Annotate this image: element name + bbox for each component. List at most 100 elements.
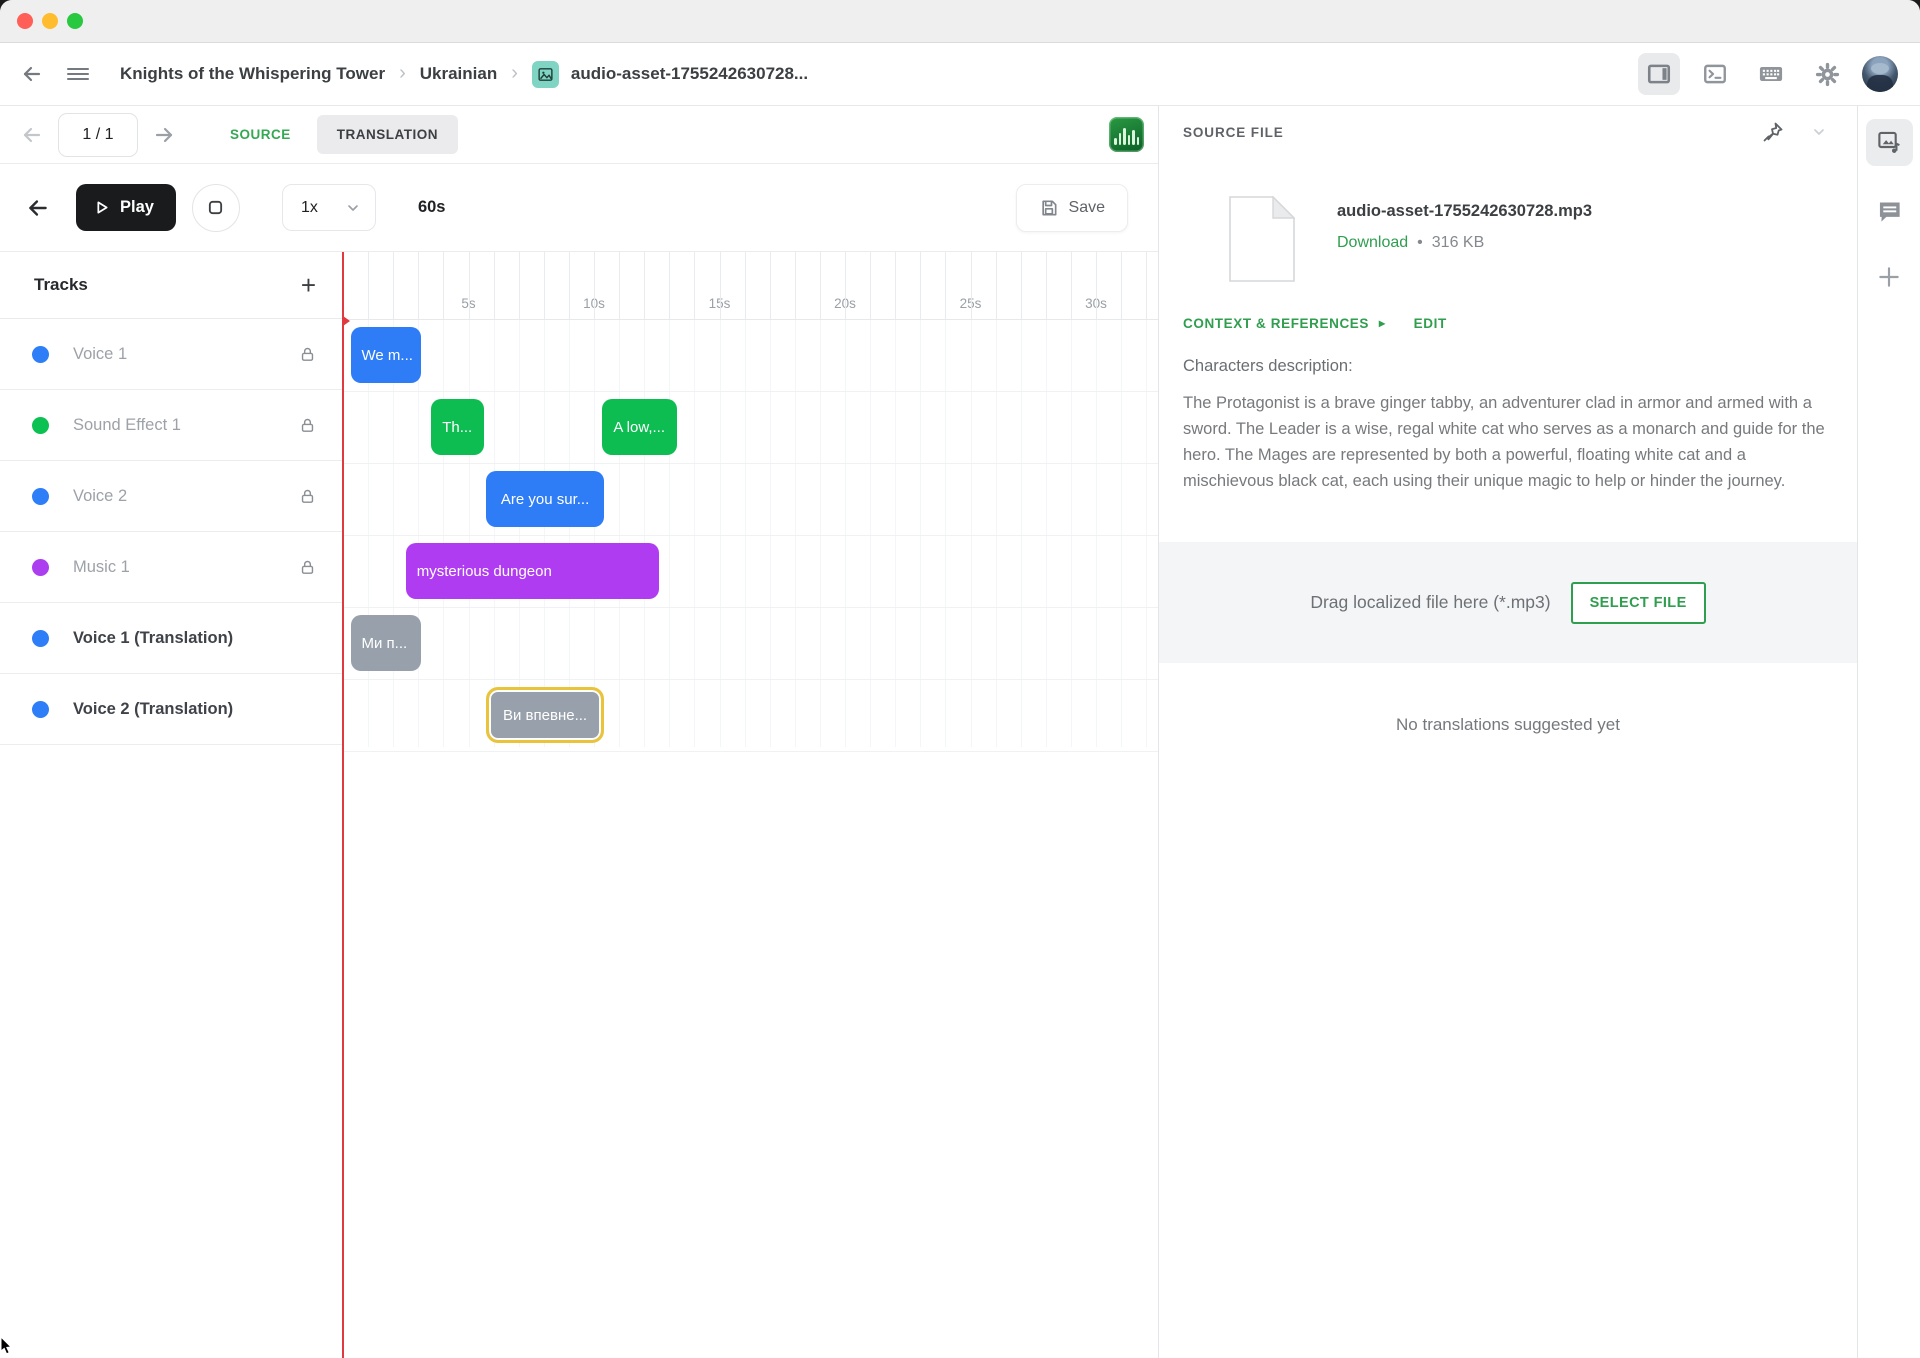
track-row[interactable]: Voice 2 (Translation) bbox=[0, 674, 342, 745]
track-lock-button[interactable] bbox=[299, 559, 316, 576]
audio-clip[interactable]: A low,... bbox=[602, 399, 677, 455]
edit-context-button[interactable]: EDIT bbox=[1414, 316, 1447, 331]
timeline-track-lane[interactable]: Th... A low,... bbox=[343, 392, 1159, 464]
playback-speed-value: 1x bbox=[301, 199, 318, 217]
audio-clip[interactable]: Ми п... bbox=[351, 615, 421, 671]
ruler-gridline bbox=[519, 252, 520, 319]
track-name: Voice 1 bbox=[73, 345, 127, 364]
ruler-gridline bbox=[845, 252, 846, 319]
context-references-link[interactable]: CONTEXT & REFERENCES bbox=[1183, 316, 1369, 331]
track-lock-button[interactable] bbox=[299, 346, 316, 363]
track-row[interactable]: Voice 1 (Translation) bbox=[0, 603, 342, 674]
tab-source[interactable]: SOURCE bbox=[210, 115, 311, 154]
tracks-panel: Tracks + Voice 1 Sound Effect 1 Voice 2 Mus… bbox=[0, 252, 342, 1358]
timeline-track-lane[interactable]: Are you sur... bbox=[343, 464, 1159, 536]
user-avatar[interactable] bbox=[1862, 56, 1898, 92]
comments-panel-button[interactable] bbox=[1866, 188, 1913, 235]
ruler-gridline bbox=[870, 252, 871, 319]
track-name: Voice 2 bbox=[73, 487, 127, 506]
back-button[interactable] bbox=[12, 54, 52, 94]
menu-button[interactable] bbox=[58, 54, 98, 94]
ruler-gridline bbox=[996, 252, 997, 319]
breadcrumb: Knights of the Whispering Tower › Ukrain… bbox=[120, 61, 808, 88]
track-lock-button[interactable] bbox=[299, 488, 316, 505]
track-color-dot bbox=[32, 488, 49, 505]
breadcrumb-asset[interactable]: audio-asset-1755242630728... bbox=[571, 64, 808, 84]
terminal-icon bbox=[1702, 61, 1728, 87]
terminal-button[interactable] bbox=[1694, 53, 1736, 95]
next-page-button[interactable] bbox=[146, 117, 182, 153]
localized-file-dropzone[interactable]: Drag localized file here (*.mp3) SELECT … bbox=[1159, 542, 1857, 663]
chevron-down-icon[interactable] bbox=[1811, 124, 1827, 140]
ruler-gridline bbox=[469, 252, 470, 319]
track-row[interactable]: Sound Effect 1 bbox=[0, 390, 342, 461]
track-color-dot bbox=[32, 701, 49, 718]
media-audio-icon bbox=[1876, 129, 1903, 156]
timeline-track-lane[interactable]: Ми п... bbox=[343, 608, 1159, 680]
playhead[interactable] bbox=[342, 252, 344, 1358]
breadcrumb-chevron-icon: › bbox=[399, 62, 406, 85]
settings-button[interactable] bbox=[1806, 53, 1848, 95]
select-file-button[interactable]: SELECT FILE bbox=[1571, 582, 1706, 624]
audio-clip[interactable]: mysterious dungeon bbox=[406, 543, 660, 599]
play-button[interactable]: Play bbox=[76, 184, 176, 231]
ruler-gridline bbox=[619, 252, 620, 319]
track-row[interactable]: Music 1 bbox=[0, 532, 342, 603]
keyboard-shortcuts-button[interactable] bbox=[1750, 53, 1792, 95]
save-button[interactable]: Save bbox=[1016, 184, 1128, 232]
panel-toggle-button[interactable] bbox=[1638, 53, 1680, 95]
pin-icon[interactable] bbox=[1761, 120, 1785, 144]
ruler-gridline bbox=[569, 252, 570, 319]
audio-clip[interactable]: Are you sur... bbox=[486, 471, 604, 527]
media-panel-button[interactable] bbox=[1866, 119, 1913, 166]
hamburger-icon bbox=[67, 66, 89, 83]
minimize-window-button[interactable] bbox=[42, 13, 58, 29]
timeline-track-lane[interactable]: Ви впевне... bbox=[343, 680, 1159, 752]
download-link[interactable]: Download bbox=[1337, 234, 1408, 252]
timeline-track-lane[interactable]: We m... bbox=[343, 320, 1159, 392]
timeline-track-lane[interactable]: mysterious dungeon bbox=[343, 536, 1159, 608]
tracks-title: Tracks bbox=[34, 275, 88, 295]
tab-translation[interactable]: TRANSLATION bbox=[317, 115, 458, 154]
close-window-button[interactable] bbox=[17, 13, 33, 29]
stop-icon bbox=[207, 199, 224, 216]
dot-separator: • bbox=[1417, 234, 1423, 252]
source-file-header: SOURCE FILE bbox=[1159, 106, 1857, 158]
source-file-panel: SOURCE FILE audio-asset-1755242630728.mp… bbox=[1158, 106, 1857, 1358]
ruler-gridline bbox=[418, 252, 419, 319]
audio-clip[interactable]: We m... bbox=[351, 327, 421, 383]
track-row[interactable]: Voice 2 bbox=[0, 461, 342, 532]
ruler-gridline bbox=[745, 252, 746, 319]
stop-button[interactable] bbox=[192, 184, 240, 232]
audio-waveform-icon[interactable] bbox=[1109, 117, 1144, 152]
panel-toggle-icon bbox=[1646, 61, 1672, 87]
macos-titlebar bbox=[0, 0, 1920, 43]
add-panel-button[interactable] bbox=[1866, 253, 1913, 300]
breadcrumb-language[interactable]: Ukrainian bbox=[420, 64, 497, 84]
ruler-gridline bbox=[1046, 252, 1047, 319]
header-actions bbox=[1638, 53, 1898, 95]
track-name: Sound Effect 1 bbox=[73, 416, 181, 435]
rewind-to-start-button[interactable] bbox=[18, 188, 58, 228]
prev-page-button[interactable] bbox=[14, 117, 50, 153]
track-lock-button[interactable] bbox=[299, 417, 316, 434]
breadcrumb-project[interactable]: Knights of the Whispering Tower bbox=[120, 64, 385, 84]
grid-rows: We m...Th... A low,... Are you sur... myste… bbox=[343, 320, 1159, 752]
lock-icon bbox=[299, 488, 316, 505]
timeline: Tracks + Voice 1 Sound Effect 1 Voice 2 Mus… bbox=[0, 251, 1158, 1358]
lock-icon bbox=[299, 346, 316, 363]
timeline-ruler[interactable]: 5s10s15s20s25s30s bbox=[343, 252, 1159, 320]
audio-clip[interactable]: Ви впевне... bbox=[486, 687, 604, 743]
audio-clip[interactable]: Th... bbox=[431, 399, 484, 455]
playback-speed-select[interactable]: 1x bbox=[282, 184, 376, 231]
zoom-window-button[interactable] bbox=[67, 13, 83, 29]
source-file-name: audio-asset-1755242630728.mp3 bbox=[1337, 202, 1592, 221]
file-size: 316 KB bbox=[1432, 234, 1484, 252]
plus-icon bbox=[1876, 264, 1902, 290]
add-track-button[interactable]: + bbox=[301, 272, 316, 298]
arrow-right-icon bbox=[152, 123, 176, 147]
track-row[interactable]: Voice 1 bbox=[0, 319, 342, 390]
page-indicator[interactable]: 1 / 1 bbox=[58, 113, 138, 157]
timeline-grid: 5s10s15s20s25s30s We m...Th... A low,... A… bbox=[342, 252, 1159, 1358]
settings-gear-icon bbox=[1814, 61, 1841, 88]
